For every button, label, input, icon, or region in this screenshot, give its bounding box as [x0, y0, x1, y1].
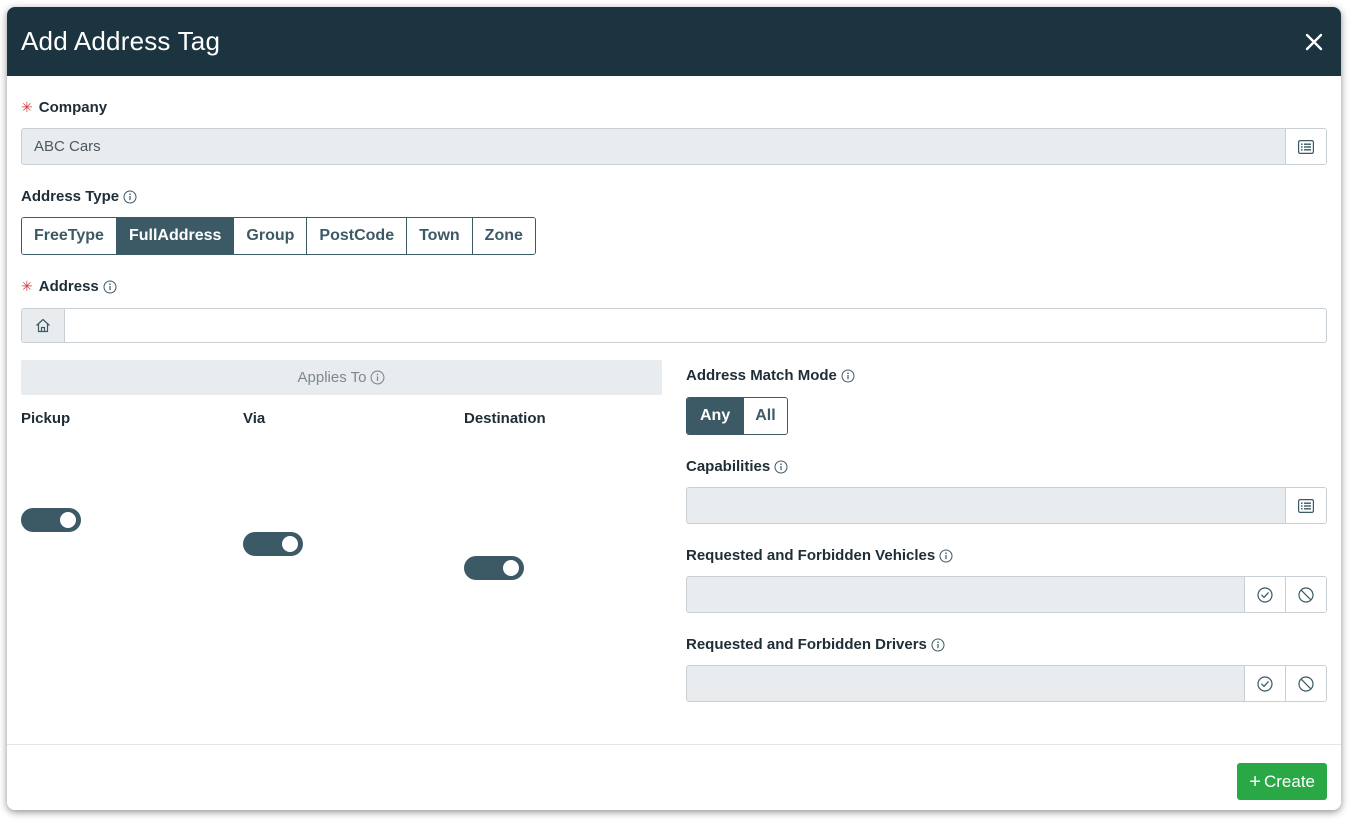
dialog-footer: + Create	[7, 744, 1341, 810]
add-address-tag-dialog: Add Address Tag ✳ Company ABC Cars Addre…	[7, 7, 1341, 810]
toggle-knob	[282, 536, 298, 552]
address-type-label: Address Type	[21, 188, 137, 205]
vehicles-label: Requested and Forbidden Vehicles	[686, 547, 953, 564]
info-icon[interactable]	[774, 460, 788, 474]
info-icon[interactable]	[370, 370, 385, 385]
address-type-fulladdress[interactable]: FullAddress	[116, 218, 235, 254]
close-icon	[1305, 33, 1323, 50]
drivers-request-button[interactable]	[1244, 666, 1285, 701]
match-mode-label: Address Match Mode	[686, 367, 855, 384]
address-type-label-text: Address Type	[21, 188, 120, 205]
create-button[interactable]: + Create	[1237, 763, 1327, 800]
address-type-zone[interactable]: Zone	[472, 218, 535, 254]
close-button[interactable]	[1301, 29, 1327, 55]
match-mode-all[interactable]: All	[744, 398, 787, 434]
drivers-label-text: Requested and Forbidden Drivers	[686, 636, 927, 653]
via-label: Via	[243, 410, 266, 427]
destination-label: Destination	[464, 410, 546, 427]
info-icon[interactable]	[931, 638, 945, 652]
pickup-toggle[interactable]	[21, 508, 81, 532]
dialog-title: Add Address Tag	[21, 26, 221, 56]
ban-icon	[1298, 586, 1314, 603]
match-mode-selector: Any All	[686, 397, 788, 435]
capabilities-label-text: Capabilities	[686, 458, 771, 475]
check-circle-icon	[1257, 586, 1273, 603]
vehicles-field[interactable]	[686, 576, 1327, 613]
pickup-label: Pickup	[21, 410, 71, 427]
ban-icon	[1298, 675, 1314, 692]
address-type-selector: FreeType FullAddress Group PostCode Town…	[21, 217, 536, 255]
company-label: ✳ Company	[21, 99, 107, 116]
drivers-label: Requested and Forbidden Drivers	[686, 636, 945, 653]
address-label-text: Address	[38, 278, 99, 295]
check-circle-icon	[1257, 675, 1273, 692]
vehicles-forbid-button[interactable]	[1285, 577, 1326, 612]
address-label: ✳ Address	[21, 278, 117, 295]
applies-to-header: Applies To	[21, 360, 662, 395]
drivers-forbid-button[interactable]	[1285, 666, 1326, 701]
info-icon[interactable]	[841, 369, 855, 383]
address-type-freetype[interactable]: FreeType	[22, 218, 117, 254]
toggle-knob	[503, 560, 519, 576]
info-icon[interactable]	[103, 280, 117, 294]
company-list-button[interactable]	[1285, 129, 1326, 164]
vehicles-request-button[interactable]	[1244, 577, 1285, 612]
address-type-group[interactable]: Group	[234, 218, 308, 254]
capabilities-label: Capabilities	[686, 458, 788, 475]
company-field[interactable]: ABC Cars	[21, 128, 1327, 165]
address-type-town[interactable]: Town	[407, 218, 473, 254]
info-icon[interactable]	[123, 190, 137, 204]
required-marker: ✳	[21, 99, 33, 115]
home-icon	[22, 309, 65, 342]
list-icon	[1298, 498, 1314, 513]
capabilities-field[interactable]	[686, 487, 1327, 524]
company-value: ABC Cars	[34, 138, 101, 155]
capabilities-value	[687, 488, 1285, 523]
create-button-label: Create	[1263, 771, 1315, 791]
address-input[interactable]	[65, 309, 1326, 342]
vehicles-label-text: Requested and Forbidden Vehicles	[686, 547, 936, 564]
capabilities-list-button[interactable]	[1285, 488, 1326, 523]
drivers-field[interactable]	[686, 665, 1327, 702]
info-icon[interactable]	[939, 549, 953, 563]
address-type-postcode[interactable]: PostCode	[307, 218, 408, 254]
match-mode-label-text: Address Match Mode	[686, 367, 837, 384]
required-marker: ✳	[21, 278, 33, 294]
dialog-header: Add Address Tag	[7, 7, 1341, 76]
plus-icon: +	[1249, 770, 1261, 793]
list-icon	[1298, 139, 1314, 154]
destination-toggle[interactable]	[464, 556, 524, 580]
drivers-value	[687, 666, 1244, 701]
applies-to-label: Applies To	[297, 369, 367, 386]
company-label-text: Company	[38, 99, 108, 116]
match-mode-any[interactable]: Any	[687, 398, 745, 434]
toggle-knob	[60, 512, 76, 528]
address-input-group	[21, 308, 1327, 343]
vehicles-value	[687, 577, 1244, 612]
via-toggle[interactable]	[243, 532, 303, 556]
